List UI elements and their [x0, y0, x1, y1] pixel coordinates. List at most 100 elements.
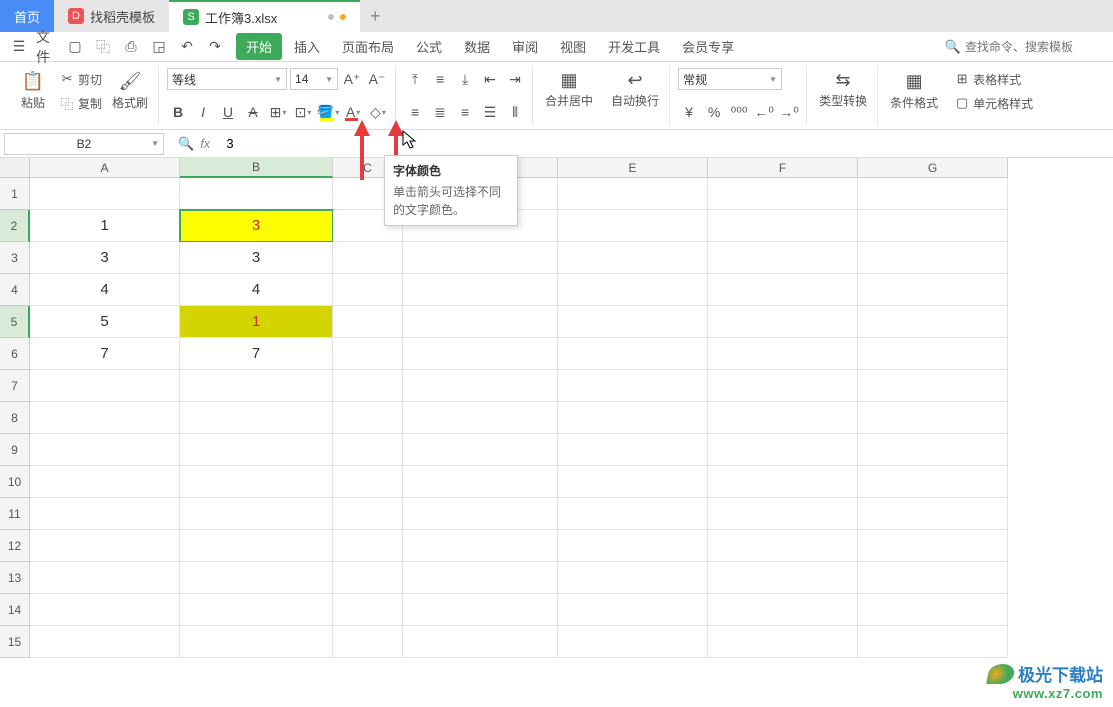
cell-style-button[interactable]: ▢单元格样式: [950, 92, 1036, 114]
cell-C13[interactable]: [333, 562, 403, 594]
col-header-F[interactable]: F: [708, 158, 858, 178]
cell-G6[interactable]: [858, 338, 1008, 370]
cell-G3[interactable]: [858, 242, 1008, 274]
cell-F9[interactable]: [708, 434, 858, 466]
cell-D15[interactable]: [403, 626, 558, 658]
cell-F15[interactable]: [708, 626, 858, 658]
search-input[interactable]: [965, 40, 1105, 54]
align-top-button[interactable]: ⤒: [404, 68, 426, 90]
conditional-format-button[interactable]: ▦条件格式: [886, 70, 942, 113]
cell-A14[interactable]: [30, 594, 180, 626]
row-header-4[interactable]: 4: [0, 274, 30, 306]
new-tab-button[interactable]: +: [360, 0, 390, 32]
percent-button[interactable]: %: [703, 101, 725, 123]
cell-G5[interactable]: [858, 306, 1008, 338]
cell-A13[interactable]: [30, 562, 180, 594]
redo-icon[interactable]: ↷: [204, 36, 226, 58]
row-header-1[interactable]: 1: [0, 178, 30, 210]
border-style-button[interactable]: ⊡▾: [292, 101, 314, 123]
zoom-icon[interactable]: 🔍: [178, 136, 194, 152]
print-icon[interactable]: ⎙: [120, 36, 142, 58]
cell-D12[interactable]: [403, 530, 558, 562]
cell-D6[interactable]: [403, 338, 558, 370]
cell-E12[interactable]: [558, 530, 708, 562]
cell-B2[interactable]: 3: [180, 210, 333, 242]
menu-tab-data[interactable]: 数据: [454, 33, 500, 60]
cell-F2[interactable]: [708, 210, 858, 242]
cell-C15[interactable]: [333, 626, 403, 658]
type-convert-button[interactable]: ⇆类型转换: [815, 68, 871, 111]
number-format-select[interactable]: 常规▼: [678, 68, 782, 90]
cell-E11[interactable]: [558, 498, 708, 530]
decrease-font-button[interactable]: A⁻: [366, 68, 388, 90]
cell-C8[interactable]: [333, 402, 403, 434]
cell-B11[interactable]: [180, 498, 333, 530]
font-size-select[interactable]: 14▼: [290, 68, 338, 90]
cell-C12[interactable]: [333, 530, 403, 562]
cell-E5[interactable]: [558, 306, 708, 338]
cell-F10[interactable]: [708, 466, 858, 498]
menu-hamburger-icon[interactable]: ☰: [8, 36, 30, 58]
cell-B15[interactable]: [180, 626, 333, 658]
name-box[interactable]: B2▼: [4, 133, 164, 155]
distribute-button[interactable]: ⫴: [504, 101, 526, 123]
copy-button[interactable]: ⿻复制: [55, 92, 105, 114]
cell-G7[interactable]: [858, 370, 1008, 402]
cell-F12[interactable]: [708, 530, 858, 562]
cell-E8[interactable]: [558, 402, 708, 434]
cell-C10[interactable]: [333, 466, 403, 498]
cell-F13[interactable]: [708, 562, 858, 594]
row-header-6[interactable]: 6: [0, 338, 30, 370]
cell-A7[interactable]: [30, 370, 180, 402]
cell-G4[interactable]: [858, 274, 1008, 306]
cell-G14[interactable]: [858, 594, 1008, 626]
cell-A3[interactable]: 3: [30, 242, 180, 274]
cell-F4[interactable]: [708, 274, 858, 306]
italic-button[interactable]: I: [192, 101, 214, 123]
cell-C4[interactable]: [333, 274, 403, 306]
row-header-8[interactable]: 8: [0, 402, 30, 434]
cell-A5[interactable]: 5: [30, 306, 180, 338]
cell-D11[interactable]: [403, 498, 558, 530]
row-header-11[interactable]: 11: [0, 498, 30, 530]
comma-button[interactable]: ⁰⁰⁰: [728, 101, 750, 123]
menu-tab-review[interactable]: 审阅: [502, 33, 548, 60]
row-header-13[interactable]: 13: [0, 562, 30, 594]
menu-tab-member[interactable]: 会员专享: [672, 33, 744, 60]
justify-button[interactable]: ☰: [479, 101, 501, 123]
row-header-9[interactable]: 9: [0, 434, 30, 466]
align-center-button[interactable]: ≣: [429, 101, 451, 123]
cell-F5[interactable]: [708, 306, 858, 338]
underline-button[interactable]: U: [217, 101, 239, 123]
cell-B6[interactable]: 7: [180, 338, 333, 370]
currency-button[interactable]: ¥: [678, 101, 700, 123]
cell-B10[interactable]: [180, 466, 333, 498]
cell-B7[interactable]: [180, 370, 333, 402]
undo-icon[interactable]: ↶: [176, 36, 198, 58]
cell-D14[interactable]: [403, 594, 558, 626]
auto-wrap-button[interactable]: ↩自动换行: [607, 68, 663, 111]
cell-E4[interactable]: [558, 274, 708, 306]
cell-A9[interactable]: [30, 434, 180, 466]
search-area[interactable]: 🔍: [945, 39, 1105, 55]
row-header-3[interactable]: 3: [0, 242, 30, 274]
cell-F3[interactable]: [708, 242, 858, 274]
cell-B1[interactable]: [180, 178, 333, 210]
save-icon[interactable]: ▢: [64, 36, 86, 58]
cell-G15[interactable]: [858, 626, 1008, 658]
cell-D9[interactable]: [403, 434, 558, 466]
cell-F11[interactable]: [708, 498, 858, 530]
col-header-E[interactable]: E: [558, 158, 708, 178]
cell-B4[interactable]: 4: [180, 274, 333, 306]
increase-indent-button[interactable]: ⇥: [504, 68, 526, 90]
merge-center-button[interactable]: ▦合并居中: [541, 68, 597, 111]
cell-E14[interactable]: [558, 594, 708, 626]
cell-C11[interactable]: [333, 498, 403, 530]
menu-tab-formula[interactable]: 公式: [406, 33, 452, 60]
cell-B9[interactable]: [180, 434, 333, 466]
cell-A6[interactable]: 7: [30, 338, 180, 370]
cell-E1[interactable]: [558, 178, 708, 210]
cell-C3[interactable]: [333, 242, 403, 274]
cell-G2[interactable]: [858, 210, 1008, 242]
align-left-button[interactable]: ≡: [404, 101, 426, 123]
